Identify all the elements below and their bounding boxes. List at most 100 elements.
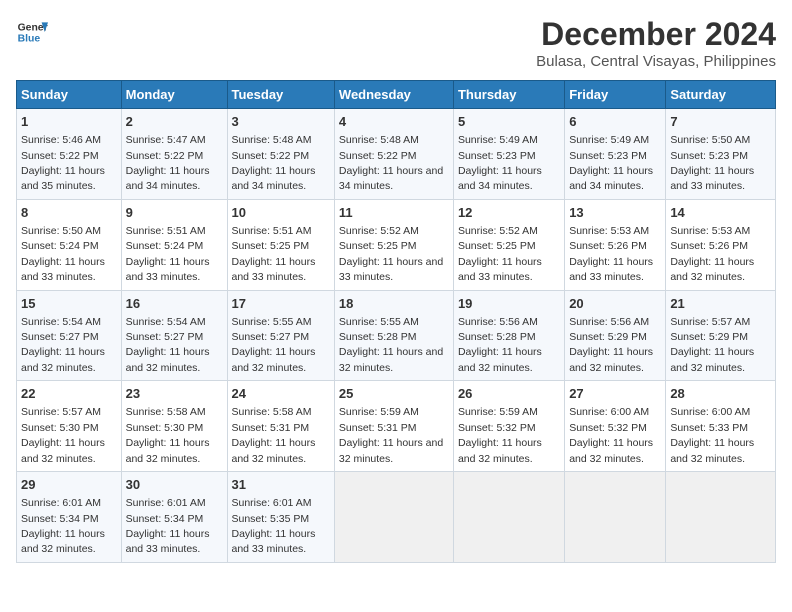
calendar-cell: 16 Sunrise: 5:54 AMSunset: 5:27 PMDayligh… <box>121 290 227 381</box>
title-block: December 2024 Bulasa, Central Visayas, P… <box>536 16 776 70</box>
day-number: 11 <box>339 204 449 222</box>
day-number: 18 <box>339 295 449 313</box>
calendar-cell: 24 Sunrise: 5:58 AMSunset: 5:31 PMDayligh… <box>227 381 334 472</box>
cell-text: Sunrise: 5:48 AMSunset: 5:22 PMDaylight:… <box>232 134 316 192</box>
day-number: 9 <box>126 204 223 222</box>
calendar-cell: 27Sunrise: 6:00 AMSunset: 5:32 PMDayligh… <box>565 381 666 472</box>
calendar-week-row: 29 Sunrise: 6:01 AMSunset: 5:34 PMDayligh… <box>17 472 776 563</box>
cell-text: Sunrise: 5:58 AMSunset: 5:31 PMDaylight:… <box>232 406 316 464</box>
day-number: 29 <box>21 476 117 494</box>
calendar-cell: 3Sunrise: 5:48 AMSunset: 5:22 PMDaylight… <box>227 109 334 200</box>
svg-text:Blue: Blue <box>18 34 41 45</box>
cell-text: Sunrise: 5:51 AMSunset: 5:25 PMDaylight:… <box>232 225 316 283</box>
calendar-header-row: SundayMondayTuesdayWednesdayThursdayFrid… <box>17 81 776 109</box>
day-number: 1 <box>21 113 117 131</box>
day-number: 25 <box>339 385 449 403</box>
cell-text: Sunrise: 5:55 AMSunset: 5:27 PMDaylight:… <box>232 316 316 374</box>
calendar-cell: 21 Sunrise: 5:57 AMSunset: 5:29 PMDayligh… <box>666 290 776 381</box>
calendar-cell: 20 Sunrise: 5:56 AMSunset: 5:29 PMDayligh… <box>565 290 666 381</box>
cell-text: Sunrise: 5:46 AMSunset: 5:22 PMDaylight:… <box>21 134 105 192</box>
day-number: 14 <box>670 204 771 222</box>
calendar-cell: 29 Sunrise: 6:01 AMSunset: 5:34 PMDayligh… <box>17 472 122 563</box>
day-header-tuesday: Tuesday <box>227 81 334 109</box>
calendar-cell <box>666 472 776 563</box>
cell-text: Sunrise: 5:49 AMSunset: 5:23 PMDaylight:… <box>569 134 653 192</box>
calendar-week-row: 15 Sunrise: 5:54 AMSunset: 5:27 PMDayligh… <box>17 290 776 381</box>
day-header-monday: Monday <box>121 81 227 109</box>
calendar-cell: 7Sunrise: 5:50 AMSunset: 5:23 PMDaylight… <box>666 109 776 200</box>
calendar-cell: 5 Sunrise: 5:49 AMSunset: 5:23 PMDaylight… <box>453 109 564 200</box>
main-title: December 2024 <box>536 16 776 53</box>
cell-text: Sunrise: 5:57 AMSunset: 5:29 PMDaylight:… <box>670 316 754 374</box>
day-header-friday: Friday <box>565 81 666 109</box>
day-number: 28 <box>670 385 771 403</box>
cell-text: Sunrise: 5:52 AMSunset: 5:25 PMDaylight:… <box>339 225 443 283</box>
cell-text: Sunrise: 5:51 AMSunset: 5:24 PMDaylight:… <box>126 225 210 283</box>
day-number: 5 <box>458 113 560 131</box>
day-header-saturday: Saturday <box>666 81 776 109</box>
calendar-cell <box>334 472 453 563</box>
cell-text: Sunrise: 5:56 AMSunset: 5:28 PMDaylight:… <box>458 316 542 374</box>
logo-icon: General Blue <box>16 16 48 48</box>
cell-text: Sunrise: 6:01 AMSunset: 5:34 PMDaylight:… <box>21 497 105 555</box>
day-number: 27 <box>569 385 661 403</box>
day-number: 23 <box>126 385 223 403</box>
day-number: 2 <box>126 113 223 131</box>
calendar-cell: 17 Sunrise: 5:55 AMSunset: 5:27 PMDayligh… <box>227 290 334 381</box>
calendar-week-row: 22 Sunrise: 5:57 AMSunset: 5:30 PMDayligh… <box>17 381 776 472</box>
calendar-table: SundayMondayTuesdayWednesdayThursdayFrid… <box>16 80 776 563</box>
calendar-cell: 15 Sunrise: 5:54 AMSunset: 5:27 PMDayligh… <box>17 290 122 381</box>
logo: General Blue <box>16 16 48 48</box>
cell-text: Sunrise: 5:49 AMSunset: 5:23 PMDaylight:… <box>458 134 542 192</box>
day-number: 31 <box>232 476 330 494</box>
cell-text: Sunrise: 5:59 AMSunset: 5:32 PMDaylight:… <box>458 406 542 464</box>
calendar-cell: 30Sunrise: 6:01 AMSunset: 5:34 PMDayligh… <box>121 472 227 563</box>
cell-text: Sunrise: 5:58 AMSunset: 5:30 PMDaylight:… <box>126 406 210 464</box>
day-number: 22 <box>21 385 117 403</box>
cell-text: Sunrise: 5:54 AMSunset: 5:27 PMDaylight:… <box>126 316 210 374</box>
cell-text: Sunrise: 5:59 AMSunset: 5:31 PMDaylight:… <box>339 406 443 464</box>
day-number: 21 <box>670 295 771 313</box>
cell-text: Sunrise: 6:01 AMSunset: 5:35 PMDaylight:… <box>232 497 316 555</box>
cell-text: Sunrise: 6:00 AMSunset: 5:33 PMDaylight:… <box>670 406 754 464</box>
day-number: 15 <box>21 295 117 313</box>
calendar-cell: 2 Sunrise: 5:47 AMSunset: 5:22 PMDaylight… <box>121 109 227 200</box>
day-number: 4 <box>339 113 449 131</box>
day-number: 10 <box>232 204 330 222</box>
calendar-cell: 9 Sunrise: 5:51 AMSunset: 5:24 PMDaylight… <box>121 199 227 290</box>
subtitle: Bulasa, Central Visayas, Philippines <box>536 53 776 70</box>
day-header-thursday: Thursday <box>453 81 564 109</box>
calendar-week-row: 8Sunrise: 5:50 AMSunset: 5:24 PMDaylight… <box>17 199 776 290</box>
cell-text: Sunrise: 5:56 AMSunset: 5:29 PMDaylight:… <box>569 316 653 374</box>
calendar-cell: 23 Sunrise: 5:58 AMSunset: 5:30 PMDayligh… <box>121 381 227 472</box>
cell-text: Sunrise: 5:47 AMSunset: 5:22 PMDaylight:… <box>126 134 210 192</box>
cell-text: Sunrise: 5:48 AMSunset: 5:22 PMDaylight:… <box>339 134 443 192</box>
cell-text: Sunrise: 5:55 AMSunset: 5:28 PMDaylight:… <box>339 316 443 374</box>
calendar-cell: 18 Sunrise: 5:55 AMSunset: 5:28 PMDayligh… <box>334 290 453 381</box>
calendar-cell: 13 Sunrise: 5:53 AMSunset: 5:26 PMDayligh… <box>565 199 666 290</box>
day-number: 12 <box>458 204 560 222</box>
cell-text: Sunrise: 5:54 AMSunset: 5:27 PMDaylight:… <box>21 316 105 374</box>
day-number: 13 <box>569 204 661 222</box>
day-number: 16 <box>126 295 223 313</box>
calendar-cell: 12 Sunrise: 5:52 AMSunset: 5:25 PMDayligh… <box>453 199 564 290</box>
calendar-week-row: 1 Sunrise: 5:46 AMSunset: 5:22 PMDaylight… <box>17 109 776 200</box>
day-number: 26 <box>458 385 560 403</box>
calendar-cell: 28 Sunrise: 6:00 AMSunset: 5:33 PMDayligh… <box>666 381 776 472</box>
cell-text: Sunrise: 6:01 AMSunset: 5:34 PMDaylight:… <box>126 497 210 555</box>
cell-text: Sunrise: 5:50 AMSunset: 5:23 PMDaylight:… <box>670 134 754 192</box>
cell-text: Sunrise: 5:57 AMSunset: 5:30 PMDaylight:… <box>21 406 105 464</box>
calendar-cell: 1 Sunrise: 5:46 AMSunset: 5:22 PMDaylight… <box>17 109 122 200</box>
day-number: 6 <box>569 113 661 131</box>
day-header-sunday: Sunday <box>17 81 122 109</box>
day-number: 17 <box>232 295 330 313</box>
day-number: 19 <box>458 295 560 313</box>
calendar-cell: 11 Sunrise: 5:52 AMSunset: 5:25 PMDayligh… <box>334 199 453 290</box>
calendar-cell: 22 Sunrise: 5:57 AMSunset: 5:30 PMDayligh… <box>17 381 122 472</box>
day-number: 20 <box>569 295 661 313</box>
day-number: 24 <box>232 385 330 403</box>
cell-text: Sunrise: 5:53 AMSunset: 5:26 PMDaylight:… <box>670 225 754 283</box>
day-header-wednesday: Wednesday <box>334 81 453 109</box>
cell-text: Sunrise: 5:53 AMSunset: 5:26 PMDaylight:… <box>569 225 653 283</box>
cell-text: Sunrise: 5:52 AMSunset: 5:25 PMDaylight:… <box>458 225 542 283</box>
